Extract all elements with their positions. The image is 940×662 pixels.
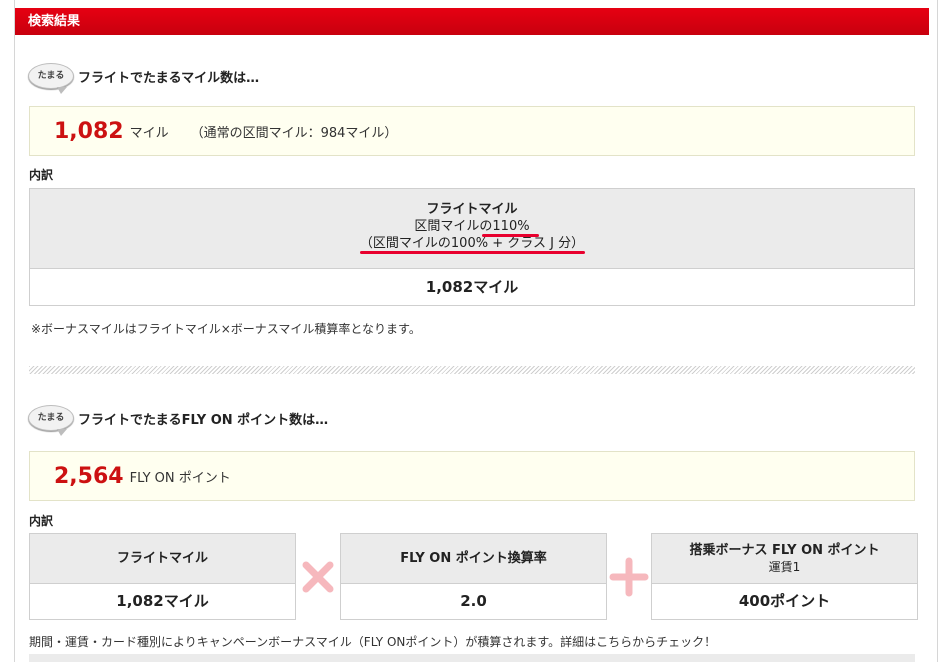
flyon-section-heading: たまる フライトでたまるFLY ON ポイント数は… [28,404,329,436]
calc-card-title: フライトマイル [116,550,208,566]
flyon-total-unit: FLY ON ポイント [129,470,231,486]
breakdown-header: フライトマイル 区間マイルの110% （区間マイルの100% + クラス J 分… [30,189,914,269]
plus-icon [609,557,649,597]
flyon-section-title: フライトでたまるFLY ON ポイント数は… [78,412,329,428]
calc-card-value: 1,082マイル [30,584,295,619]
calc-card-title: FLY ON ポイント換算率 [400,550,547,566]
calc-card-header: FLY ON ポイント換算率 [341,534,606,584]
campaign-note: 期間・運賃・カード種別によりキャンペーンボーナスマイル（FLY ONポイント）が… [29,635,717,649]
miles-total-unit: マイル [129,125,169,141]
calc-card-header: 搭乗ボーナス FLY ON ポイント 運賃1 [652,534,917,584]
miles-section-heading: たまる フライトでたまるマイル数は… [28,62,260,94]
calc-card-value: 2.0 [341,584,606,619]
miles-breakdown-label: 内訳 [29,168,54,182]
rate-detail-line: （区間マイルの100% + クラス J 分） [359,236,585,251]
flyon-total-value: 2,564 [54,463,124,489]
miles-summary-box: 1,082 マイル （通常の区間マイル：984マイル） [29,106,915,156]
flyon-breakdown-label: 内訳 [29,514,54,528]
rate-detail-underline [360,251,585,254]
miles-section-title: フライトでたまるマイル数は… [78,70,260,86]
tamaru-badge-icon: たまる [28,63,74,94]
calc-card-title: 搭乗ボーナス FLY ON ポイント [689,542,880,558]
multiply-icon [302,561,334,593]
bonus-miles-note: ※ボーナスマイルはフライトマイル×ボーナスマイル積算率となります。 [31,322,421,336]
rate-underline [482,234,539,237]
next-section-band [29,654,915,662]
flyon-summary-box: 2,564 FLY ON ポイント [29,451,915,501]
tamaru-badge-icon: たまる [28,405,74,436]
page-title: 検索結果 [15,8,929,35]
calc-card-value: 400ポイント [652,584,917,619]
flight-miles-heading: フライトマイル [426,202,518,217]
normal-miles-note: （通常の区間マイル：984マイル） [190,125,398,141]
calc-card-subtitle: 運賃1 [768,559,801,574]
miles-total-value: 1,082 [54,118,124,144]
calc-card-conversion-rate: FLY ON ポイント換算率 2.0 [340,533,607,620]
calc-card-boarding-bonus: 搭乗ボーナス FLY ON ポイント 運賃1 400ポイント [651,533,918,620]
calc-card-header: フライトマイル [30,534,295,584]
flight-miles-value: 1,082マイル [30,269,914,305]
calc-card-flight-miles: フライトマイル 1,082マイル [29,533,296,620]
rate-line: 区間マイルの110% [414,219,530,234]
section-divider [29,366,915,374]
miles-breakdown-table: フライトマイル 区間マイルの110% （区間マイルの100% + クラス J 分… [29,188,915,306]
